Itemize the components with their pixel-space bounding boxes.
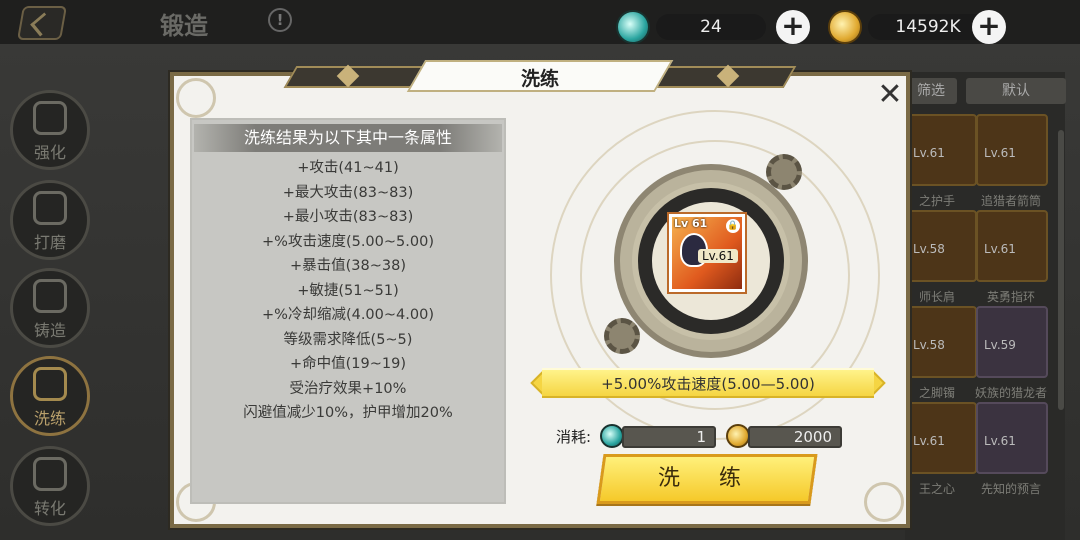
sidebar-item-label: 洗练 (33, 409, 66, 428)
cell-name: 英勇指环 (986, 290, 1035, 304)
cell-name: 师长肩 (918, 290, 955, 304)
corner-ornament (864, 482, 904, 522)
cost-row: 消耗: 1 2000 (556, 424, 846, 450)
gear-icon (604, 318, 640, 354)
item-level-tag: Lv.61 (698, 249, 738, 263)
refine-button-label: 洗 练 (657, 466, 757, 491)
gear-icon (766, 154, 802, 190)
cell-name: 之脚镯 (918, 386, 955, 400)
attribute-item: +%冷却缩减(4.00~4.00) (262, 307, 434, 323)
inventory-cell[interactable]: Lv.61 (905, 402, 977, 474)
polish-icon (33, 191, 67, 225)
cast-icon (33, 279, 67, 313)
corner-ornament (176, 78, 216, 118)
cell-level: Lv.61 (984, 146, 1016, 160)
enhance-icon (33, 101, 67, 135)
attribute-item: +攻击(41~41) (297, 160, 399, 176)
sidebar-item-label: 铸造 (33, 321, 66, 340)
attribute-item: +最大攻击(83~83) (282, 184, 414, 201)
filter-button[interactable]: 筛选 (905, 78, 957, 104)
gem-resource: 24 + (616, 10, 810, 44)
sidebar-item-polish[interactable]: 打磨 (10, 180, 90, 260)
add-gold-button[interactable]: + (972, 10, 1006, 44)
info-button[interactable]: ! (268, 8, 292, 32)
inventory-cell[interactable]: Lv.61 (976, 114, 1048, 186)
equipment-slot[interactable]: Lv 61 🔒 Lv.61 (667, 212, 747, 294)
cell-level: Lv.58 (913, 338, 945, 352)
inventory-cell[interactable]: Lv.61 (976, 210, 1048, 282)
inventory-cell[interactable]: Lv.58 (905, 210, 977, 282)
cell-name: 追猎者箭筒 (980, 194, 1041, 208)
cell-level: Lv.61 (913, 146, 945, 160)
cell-name: 妖族的猎龙者 (974, 386, 1047, 400)
attribute-item: +最小攻击(83~83) (282, 209, 414, 225)
gold-count: 14592K (868, 14, 988, 40)
attribute-item: 等级需求降低(5~5) (283, 331, 413, 348)
cell-name: 王之心 (918, 482, 955, 496)
gold-cost: 2000 (748, 426, 842, 448)
cost-label: 消耗: (556, 428, 592, 446)
item-level-badge: Lv 61 (674, 217, 708, 230)
cell-level: Lv.61 (984, 434, 1016, 448)
inventory-cell[interactable]: Lv.59 (976, 306, 1048, 378)
gold-resource: 14592K + (828, 10, 1028, 44)
inventory-cell[interactable]: Lv.58 (905, 306, 977, 378)
dialog-title: 洗练 (520, 68, 559, 90)
inventory-scrollbar[interactable] (1058, 130, 1064, 410)
gem-cost: 1 (622, 426, 716, 448)
sidebar-item-label: 强化 (33, 143, 66, 162)
convert-icon (33, 457, 67, 491)
attribute-item: +命中值(19~19) (289, 356, 406, 372)
cell-level: Lv.61 (913, 434, 945, 448)
attribute-panel: 洗练结果为以下其中一条属性 +攻击(41~41) +最大攻击(83~83) +最… (190, 118, 506, 504)
gem-icon (600, 424, 624, 448)
attribute-item: 受治疗效果+10% (289, 380, 407, 397)
attribute-list: +攻击(41~41) +最大攻击(83~83) +最小攻击(83~83) +%攻… (192, 156, 504, 426)
attribute-item: +暴击值(38~38) (289, 258, 406, 274)
cell-name: 先知的预言 (980, 482, 1041, 496)
gold-coin-icon (726, 424, 750, 448)
cell-name: 之护手 (918, 194, 955, 208)
page-title: 锻造 (160, 12, 208, 40)
attribute-item: +%攻击速度(5.00~5.00) (262, 233, 434, 250)
sidebar-item-enhance[interactable]: 强化 (10, 90, 90, 170)
sidebar-item-label: 打磨 (33, 233, 66, 252)
inventory-cell[interactable]: Lv.61 (905, 114, 977, 186)
inventory-cell[interactable]: Lv.61 (976, 402, 1048, 474)
attribute-item: 闪避值减少10%，护甲增加20% (243, 405, 453, 421)
attribute-item: +敏捷(51~51) (297, 282, 399, 299)
refine-icon (33, 367, 67, 401)
dialog-header: 洗练 (283, 58, 797, 94)
sidebar-item-refine[interactable]: 洗练 (10, 356, 90, 436)
result-banner: +5.00%攻击速度(5.00—5.00) (530, 368, 886, 398)
sidebar-item-cast[interactable]: 铸造 (10, 268, 90, 348)
gem-icon (616, 10, 650, 44)
refine-button[interactable]: 洗 练 (596, 454, 818, 504)
sidebar-item-label: 转化 (33, 499, 66, 518)
cell-level: Lv.59 (984, 338, 1016, 352)
sidebar-item-convert[interactable]: 转化 (10, 446, 90, 526)
cell-level: Lv.61 (984, 242, 1016, 256)
result-text: +5.00%攻击速度(5.00—5.00) (601, 375, 815, 393)
panel-title: 洗练结果为以下其中一条属性 (194, 124, 502, 152)
lock-icon: 🔒 (726, 219, 740, 233)
add-gems-button[interactable]: + (776, 10, 810, 44)
back-button[interactable] (17, 6, 67, 40)
sort-dropdown[interactable]: 默认 (966, 78, 1066, 104)
close-button[interactable]: ✕ (874, 80, 906, 112)
cell-level: Lv.58 (913, 242, 945, 256)
gold-coin-icon (828, 10, 862, 44)
gem-count: 24 (656, 14, 766, 40)
